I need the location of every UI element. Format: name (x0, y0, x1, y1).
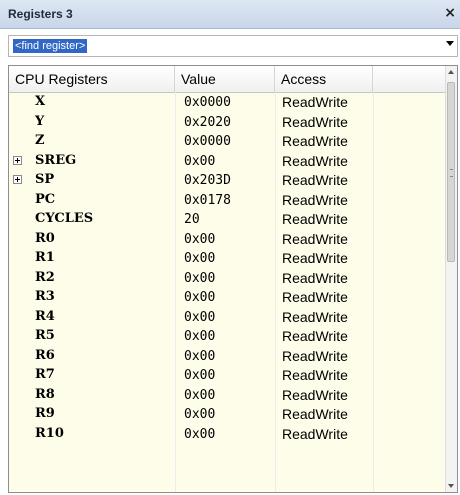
register-row[interactable]: R4 0x00 ReadWrite (9, 308, 447, 328)
register-name: R5 (35, 328, 55, 343)
register-access: ReadWrite (282, 367, 348, 383)
register-access: ReadWrite (282, 269, 348, 286)
register-row[interactable]: R0 0x00 ReadWrite (9, 230, 447, 250)
register-value[interactable]: 0x0000 (184, 134, 231, 149)
register-name: Z (35, 133, 45, 148)
register-value[interactable]: 0x00 (184, 388, 215, 403)
register-name: R7 (35, 367, 55, 382)
register-access: ReadWrite (282, 230, 348, 247)
register-name: R10 (35, 425, 64, 441)
title-bar: Registers 3 × (0, 0, 460, 29)
register-access: ReadWrite (282, 425, 348, 442)
register-value[interactable]: 0x00 (184, 251, 215, 266)
register-access: ReadWrite (282, 386, 348, 403)
vertical-scrollbar[interactable] (445, 66, 457, 492)
register-rows: X 0x0000 ReadWrite Y 0x2020 ReadWrite Z 0x0000 R… (9, 93, 447, 444)
register-name: R0 (35, 230, 55, 246)
window-title: Registers 3 (8, 7, 73, 21)
register-access: ReadWrite (282, 308, 348, 325)
register-value[interactable]: 0x00 (184, 271, 215, 286)
register-row[interactable]: R3 0x00 ReadWrite (9, 288, 447, 308)
register-name: SREG (35, 152, 77, 168)
register-value[interactable]: 20 (184, 212, 200, 227)
register-access: ReadWrite (282, 211, 348, 227)
scroll-down-arrow-icon[interactable] (448, 484, 454, 488)
register-access: ReadWrite (282, 133, 348, 149)
register-name: R8 (35, 386, 55, 402)
column-header-empty (373, 66, 447, 92)
register-access: ReadWrite (282, 94, 348, 110)
register-name: R1 (35, 250, 55, 265)
chevron-down-icon[interactable] (446, 41, 454, 46)
column-header-access[interactable]: Access (275, 66, 373, 92)
register-value[interactable]: 0x0000 (184, 95, 231, 110)
register-access: ReadWrite (282, 113, 348, 130)
register-row[interactable]: SP 0x203D ReadWrite (9, 171, 447, 191)
register-name: SP (35, 172, 55, 187)
register-row[interactable]: R10 0x00 ReadWrite (9, 425, 447, 445)
register-access: ReadWrite (282, 152, 348, 169)
register-name: R4 (35, 308, 55, 324)
registers-window: Registers 3 × <find register> CPU Regist… (0, 0, 460, 495)
register-name: CYCLES (35, 211, 94, 226)
grip-icon (450, 169, 453, 177)
register-access: ReadWrite (282, 328, 348, 344)
register-value[interactable]: 0x00 (184, 232, 215, 247)
register-value[interactable]: 0x00 (184, 368, 215, 383)
register-access: ReadWrite (282, 406, 348, 422)
register-row[interactable]: R6 0x00 ReadWrite (9, 347, 447, 367)
register-row[interactable]: PC 0x0178 ReadWrite (9, 191, 447, 211)
register-row[interactable]: Y 0x2020 ReadWrite (9, 113, 447, 133)
register-value[interactable]: 0x00 (184, 349, 215, 364)
register-row[interactable]: R7 0x00 ReadWrite (9, 366, 447, 386)
register-row[interactable]: R2 0x00 ReadWrite (9, 269, 447, 289)
register-row[interactable]: R8 0x00 ReadWrite (9, 386, 447, 406)
column-header-cpu-registers[interactable]: CPU Registers (9, 66, 175, 92)
register-name: R2 (35, 269, 55, 285)
register-row[interactable]: R5 0x00 ReadWrite (9, 327, 447, 347)
find-register-input[interactable]: <find register> (13, 39, 88, 53)
register-access: ReadWrite (282, 347, 348, 364)
register-access: ReadWrite (282, 250, 348, 266)
scrollbar-thumb[interactable] (447, 82, 455, 262)
find-register-combobox[interactable]: <find register> (8, 35, 458, 57)
register-row[interactable]: X 0x0000 ReadWrite (9, 93, 447, 113)
register-value[interactable]: 0x0178 (184, 193, 231, 208)
column-header-value[interactable]: Value (175, 66, 275, 92)
register-value[interactable]: 0x00 (184, 310, 215, 325)
scroll-up-arrow-icon[interactable] (448, 70, 454, 74)
register-value[interactable]: 0x00 (184, 329, 215, 344)
grid-header: CPU Registers Value Access (9, 66, 447, 93)
register-name: R6 (35, 347, 55, 363)
register-name: R3 (35, 289, 55, 304)
register-access: ReadWrite (282, 289, 348, 305)
register-row[interactable]: R9 0x00 ReadWrite (9, 405, 447, 425)
register-value[interactable]: 0x2020 (184, 115, 231, 130)
register-access: ReadWrite (282, 172, 348, 188)
register-value[interactable]: 0x00 (184, 290, 215, 305)
close-icon[interactable]: × (444, 5, 456, 21)
register-value[interactable]: 0x00 (184, 154, 215, 169)
expand-plus-icon[interactable] (13, 175, 22, 184)
register-value[interactable]: 0x00 (184, 427, 215, 442)
register-name: R9 (35, 406, 55, 421)
register-name: X (35, 94, 46, 109)
register-row[interactable]: Z 0x0000 ReadWrite (9, 132, 447, 152)
expand-plus-icon[interactable] (13, 155, 22, 165)
register-name: PC (35, 191, 56, 207)
register-value[interactable]: 0x00 (184, 407, 215, 422)
registers-grid: CPU Registers Value Access X 0x0000 ReadWr… (8, 65, 458, 493)
register-row[interactable]: R1 0x00 ReadWrite (9, 249, 447, 269)
register-access: ReadWrite (282, 191, 348, 208)
register-name: Y (35, 113, 45, 129)
register-row[interactable]: CYCLES 20 ReadWrite (9, 210, 447, 230)
register-value[interactable]: 0x203D (184, 173, 231, 188)
register-row[interactable]: SREG 0x00 ReadWrite (9, 152, 447, 172)
